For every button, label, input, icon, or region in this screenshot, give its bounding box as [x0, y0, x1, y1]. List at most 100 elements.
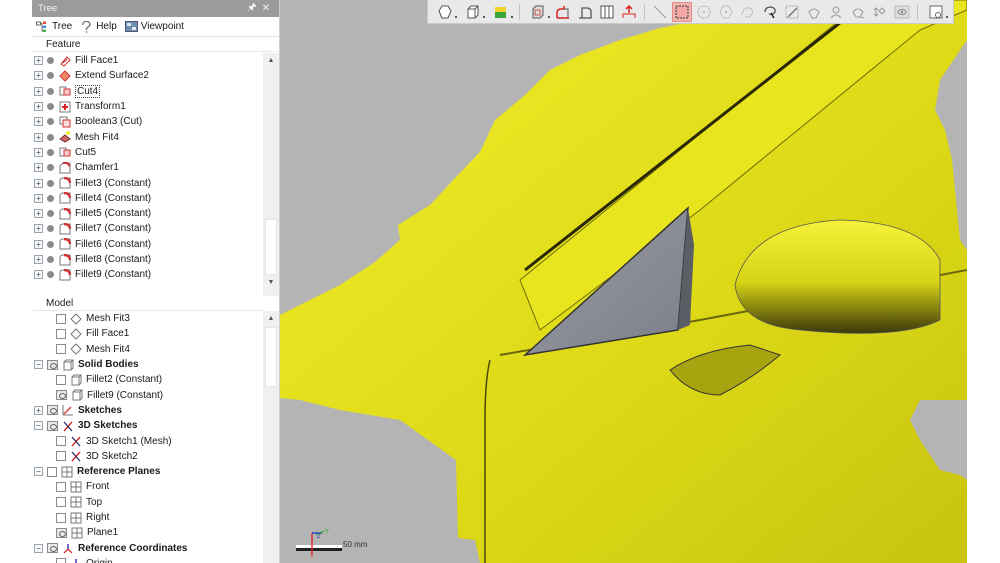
expand-icon[interactable]: + — [34, 163, 43, 173]
section-view-button[interactable] — [525, 2, 551, 22]
model-tree-item[interactable]: Top — [32, 495, 264, 510]
visibility-checkbox[interactable] — [56, 497, 66, 508]
visibility-checkbox[interactable] — [56, 344, 66, 355]
select-filter-button[interactable] — [848, 2, 868, 22]
scroll-down-arrow[interactable]: ▼ — [263, 275, 279, 291]
visibility-checkbox[interactable] — [56, 558, 66, 563]
visible-select-button[interactable] — [804, 2, 824, 22]
visibility-checkbox[interactable] — [47, 466, 57, 477]
3d-viewport[interactable]: Y Z X 50 mm — [280, 0, 967, 563]
transform-toggle-button[interactable] — [870, 2, 890, 22]
model-tree-item[interactable]: 3D Sketch2 — [32, 449, 264, 464]
expand-icon[interactable]: + — [34, 56, 43, 66]
visibility-on-icon[interactable] — [47, 405, 58, 416]
model-tree-item[interactable]: − Reference Planes — [32, 464, 264, 479]
home-view-button[interactable] — [619, 2, 639, 22]
model-tree-item[interactable]: Fill Face1 — [32, 326, 264, 341]
feature-tree-item[interactable]: + Fill Face1 — [32, 53, 264, 68]
scroll-thumb[interactable] — [265, 219, 277, 275]
feature-tree-item[interactable]: + Fillet9 (Constant) — [32, 267, 264, 282]
feature-tree-item[interactable]: + Fillet5 (Constant) — [32, 206, 264, 221]
view-style-button[interactable] — [432, 2, 458, 22]
visibility-checkbox[interactable] — [56, 436, 66, 447]
expand-icon[interactable]: + — [34, 132, 43, 142]
expand-icon[interactable]: + — [34, 178, 43, 188]
visibility-checkbox[interactable] — [56, 451, 66, 462]
circle-select-button[interactable] — [694, 2, 714, 22]
line-select-button[interactable] — [650, 2, 670, 22]
tab-viewpoint[interactable]: Viewpoint — [123, 20, 190, 33]
rect-select-button[interactable] — [672, 1, 692, 22]
expand-icon[interactable]: + — [34, 405, 43, 415]
model-tree-item[interactable]: + Sketches — [32, 403, 264, 418]
feature-tree-item[interactable]: + Boolean3 (Cut) — [32, 114, 264, 129]
model-tree-item[interactable]: Front — [32, 479, 264, 494]
expand-icon[interactable]: + — [34, 147, 43, 157]
collapse-icon[interactable]: − — [34, 543, 43, 553]
feature-scrollbar[interactable]: ▲ ▼ — [263, 53, 279, 296]
model-tree-item[interactable]: − 3D Sketches — [32, 418, 264, 433]
model-tree-item[interactable]: Mesh Fit3 — [32, 311, 264, 326]
eye-toggle-button[interactable] — [892, 2, 912, 22]
model-tree-item[interactable]: Origin — [32, 556, 264, 563]
view-orientation-button[interactable] — [460, 2, 486, 22]
clip-plane-button[interactable] — [553, 2, 573, 22]
feature-tree-item[interactable]: + Chamfer1 — [32, 160, 264, 175]
model-tree-item[interactable]: Fillet2 (Constant) — [32, 372, 264, 387]
model-tree-item[interactable]: − Reference Coordinates — [32, 540, 264, 555]
tab-tree[interactable]: Tree — [34, 21, 78, 33]
feature-tree-item[interactable]: + Extend Surface2 — [32, 68, 264, 83]
visibility-checkbox[interactable] — [56, 481, 66, 492]
collapse-icon[interactable]: − — [34, 421, 43, 431]
select-through-button[interactable] — [826, 2, 846, 22]
feature-tree-item[interactable]: + Fillet8 (Constant) — [32, 252, 264, 267]
expand-icon[interactable]: + — [34, 255, 43, 264]
feature-tree-item[interactable]: + Fillet3 (Constant) — [32, 175, 264, 190]
feature-tree-item[interactable]: + Fillet6 (Constant) — [32, 237, 264, 252]
expand-icon[interactable]: + — [34, 270, 43, 280]
visibility-on-icon[interactable] — [56, 527, 67, 538]
scroll-up-arrow[interactable]: ▲ — [263, 311, 279, 327]
expand-icon[interactable]: + — [34, 117, 43, 127]
tab-help[interactable]: Help — [78, 20, 123, 33]
visibility-on-icon[interactable] — [47, 543, 58, 554]
expand-icon[interactable]: + — [34, 239, 43, 249]
feature-tree-item[interactable]: + Fillet7 (Constant) — [32, 221, 264, 236]
visibility-on-icon[interactable] — [47, 420, 58, 431]
scroll-thumb[interactable] — [265, 327, 277, 387]
model-tree-item[interactable]: − Solid Bodies — [32, 357, 264, 372]
model-tree-item[interactable]: Fillet9 (Constant) — [32, 387, 264, 402]
expand-icon[interactable]: + — [34, 224, 43, 234]
feature-tree-item[interactable]: + Mesh Fit4 — [32, 129, 264, 144]
collapse-icon[interactable]: − — [34, 360, 43, 370]
expand-icon[interactable]: + — [34, 193, 43, 203]
feature-tree-item[interactable]: + Fillet4 (Constant) — [32, 191, 264, 206]
split-view-button[interactable] — [597, 2, 617, 22]
mesh-scene[interactable] — [280, 0, 967, 563]
model-tree-item[interactable]: Plane1 — [32, 525, 264, 540]
expand-icon[interactable]: + — [34, 209, 43, 219]
scroll-up-arrow[interactable]: ▲ — [263, 53, 279, 69]
paint-select-button[interactable] — [782, 2, 802, 22]
model-scrollbar[interactable]: ▲ — [263, 311, 279, 563]
scroll-track[interactable] — [265, 69, 277, 219]
lasso-select-button[interactable] — [760, 2, 780, 22]
feature-tree-item[interactable]: + Transform1 — [32, 99, 264, 114]
visibility-checkbox[interactable] — [56, 328, 66, 339]
expand-icon[interactable]: + — [34, 102, 43, 112]
poly-select-button[interactable] — [716, 2, 736, 22]
visibility-checkbox[interactable] — [56, 374, 66, 385]
feature-tree-item[interactable]: + Cut5 — [32, 145, 264, 160]
visibility-checkbox[interactable] — [56, 512, 66, 523]
clip-plane-2-button[interactable] — [575, 2, 595, 22]
visibility-on-icon[interactable] — [47, 359, 58, 370]
expand-icon[interactable]: + — [34, 71, 43, 81]
freeform-select-button[interactable] — [738, 2, 758, 22]
feature-tree-item[interactable]: + Cut4 — [32, 84, 264, 99]
collapse-icon[interactable]: − — [34, 467, 43, 477]
pin-icon[interactable]: 🖈 — [245, 0, 259, 17]
visibility-on-icon[interactable] — [56, 390, 67, 401]
model-tree-item[interactable]: Right — [32, 510, 264, 525]
expand-icon[interactable]: + — [34, 86, 43, 96]
close-icon[interactable]: ✕ — [259, 3, 273, 14]
